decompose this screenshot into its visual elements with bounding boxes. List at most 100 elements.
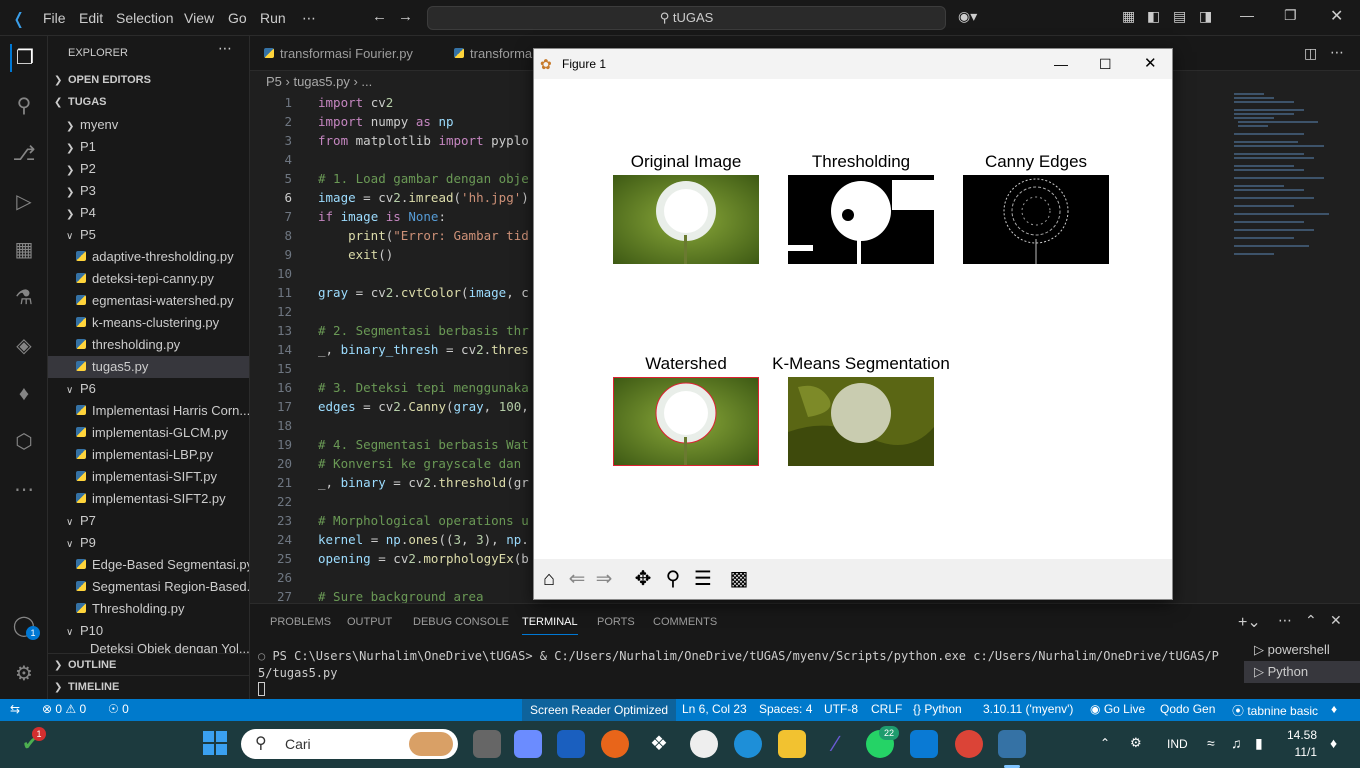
back-arrow-icon[interactable]: ← [372,8,387,25]
file-item[interactable]: implementasi-LBP.py [48,444,249,466]
maximize-panel-icon[interactable]: ⌃ [1305,612,1317,629]
tugas-folder-header[interactable]: ❮ TUGAS [48,91,249,113]
soccer-app-icon[interactable] [690,730,718,758]
toggle-secondary-sidebar-icon[interactable]: ◨ [1199,8,1212,25]
code-line[interactable]: # 4. Segmentasi berbasis Wat [318,435,529,454]
figure-title-bar[interactable]: ✿ Figure 1 — ☐ ✕ [534,49,1172,79]
problems-status[interactable]: ⊗ 0 ⚠ 0 [42,702,86,716]
editor-more-icon[interactable]: ⋯ [1330,44,1344,61]
customize-layout-icon[interactable]: ▦ [1122,8,1135,25]
folder-p5[interactable]: ∨ P5 [48,224,249,246]
code-line[interactable]: import numpy as np [318,112,454,131]
gear-icon[interactable]: ⚙ [10,660,38,688]
code-line[interactable]: exit() [318,245,393,264]
code-line[interactable]: if image is None: [318,207,446,226]
code-line[interactable]: # Morphological operations u [318,511,529,530]
tab-debug-console[interactable]: DEBUG CONSOLE [413,616,509,628]
more-views-icon[interactable]: ⋯ [10,476,38,504]
code-line[interactable]: from matplotlib import pyplo [318,131,529,150]
toggle-panel-icon[interactable]: ▤ [1173,8,1186,25]
notifications-bell-icon[interactable]: ♦ [1330,735,1337,751]
menu-edit[interactable]: Edit [79,10,103,26]
bell-icon[interactable]: ♦ [1331,702,1337,716]
menu-go[interactable]: Go [228,10,247,26]
minimize-icon[interactable]: — [1240,7,1254,23]
code-line[interactable]: # Sure background area [318,587,484,603]
copilot-icon[interactable]: ◉▾ [958,8,977,25]
menu-selection[interactable]: Selection [116,10,174,26]
tray-app-icon[interactable]: ⚙ [1130,735,1142,751]
file-item-selected[interactable]: tugas5.py [48,356,249,378]
code-line[interactable]: # Konversi ke grayscale dan [318,454,521,473]
folder-p2[interactable]: ❯ P2 [48,158,249,180]
tray-chevron-icon[interactable]: ⌃ [1100,736,1110,750]
open-editors-header[interactable]: ❯ OPEN EDITORS [48,69,249,91]
file-item[interactable]: implementasi-GLCM.py [48,422,249,444]
python-icon[interactable]: ♦ [10,380,38,408]
file-item[interactable]: Edge-Based Segmentasi.py [48,554,249,576]
code-line[interactable]: gray = cv2.cvtColor(image, c [318,283,529,302]
code-line[interactable]: opening = cv2.morphologyEx(b [318,549,529,568]
folder-p7[interactable]: ∨ P7 [48,510,249,532]
testing-icon[interactable]: ⚗ [10,284,38,312]
code-line[interactable]: print("Error: Gambar tid [318,226,529,245]
tabnine-status[interactable]: ⦿ tabnine basic [1232,702,1318,719]
minimize-icon[interactable]: — [1054,49,1068,79]
code-line[interactable]: import cv2 [318,93,393,112]
file-item[interactable]: k-means-clustering.py [48,312,249,334]
start-icon[interactable] [202,730,230,758]
remote-icon[interactable]: ⇆ [10,702,20,716]
source-control-icon[interactable]: ⎇ [10,140,38,168]
forward-icon[interactable]: ⇒ [592,567,616,591]
maximize-icon[interactable]: ☐ [1099,49,1112,79]
vscode-taskbar-icon[interactable] [910,730,938,758]
menu-file[interactable]: File [43,10,66,26]
close-icon[interactable]: ✕ [1330,6,1343,26]
file-item[interactable]: egmentasi-watershed.py [48,290,249,312]
eol[interactable]: CRLF [871,702,902,716]
battery-icon[interactable]: ▮ [1255,735,1263,752]
menu-more[interactable]: ⋯ [302,10,316,27]
tab-problems[interactable]: PROBLEMS [270,616,331,628]
python-interpreter[interactable]: 3.10.11 ('myenv') [983,702,1073,716]
terminal-output[interactable]: ○ PS C:\Users\Nurhalim\OneDrive\tUGAS> &… [258,648,1228,701]
go-live-button[interactable]: ◉ Go Live [1090,702,1145,716]
terminal-python[interactable]: ▷ Python [1244,661,1360,683]
folder-p3[interactable]: ❯ P3 [48,180,249,202]
containers-icon[interactable]: ⬡ [10,428,38,456]
zoom-icon[interactable]: ⚲ [661,567,685,591]
toggle-sidebar-icon[interactable]: ◧ [1147,8,1160,25]
terminal-powershell[interactable]: ▷ powershell [1244,639,1360,661]
explorer-icon[interactable]: ❐ [10,44,38,72]
ports-status[interactable]: ☉ 0 [108,702,129,716]
taskbar-search[interactable]: ⚲ Cari [241,729,458,759]
file-item[interactable]: adaptive-thresholding.py [48,246,249,268]
close-panel-icon[interactable]: ✕ [1330,612,1342,629]
tab-terminal[interactable]: TERMINAL [522,616,578,635]
tab-ports[interactable]: PORTS [597,616,635,628]
save-icon[interactable]: ▩ [727,567,751,591]
timeline-header[interactable]: ❯ TIMELINE [48,675,249,697]
file-item[interactable]: deteksi-tepi-canny.py [48,268,249,290]
file-explorer-icon[interactable] [778,730,806,758]
menu-view[interactable]: View [184,10,214,26]
folder-myenv[interactable]: ❯ myenv [48,114,249,136]
code-line[interactable]: # 1. Load gambar dengan obje [318,169,529,188]
menu-run[interactable]: Run [260,10,286,26]
clock-time[interactable]: 14.58 [1287,728,1317,742]
chrome-icon[interactable] [955,730,983,758]
search-icon[interactable]: ⚲ [10,92,38,120]
folder-p6[interactable]: ∨ P6 [48,378,249,400]
minimap[interactable] [1230,93,1350,293]
folder-p1[interactable]: ❯ P1 [48,136,249,158]
language-mode[interactable]: {} Python [913,702,962,716]
file-item[interactable]: Segmentasi Region-Based... [48,576,249,598]
pen-app-icon[interactable]: ∕ [822,730,850,758]
pan-icon[interactable]: ✥ [631,567,655,591]
forward-arrow-icon[interactable]: → [398,8,413,25]
wifi-icon[interactable]: ≈ [1207,735,1215,751]
extensions-icon[interactable]: ▦ [10,236,38,264]
back-icon[interactable]: ⇐ [565,567,589,591]
restore-icon[interactable]: ❐ [1284,7,1297,24]
qodo-gen[interactable]: Qodo Gen [1160,702,1215,716]
